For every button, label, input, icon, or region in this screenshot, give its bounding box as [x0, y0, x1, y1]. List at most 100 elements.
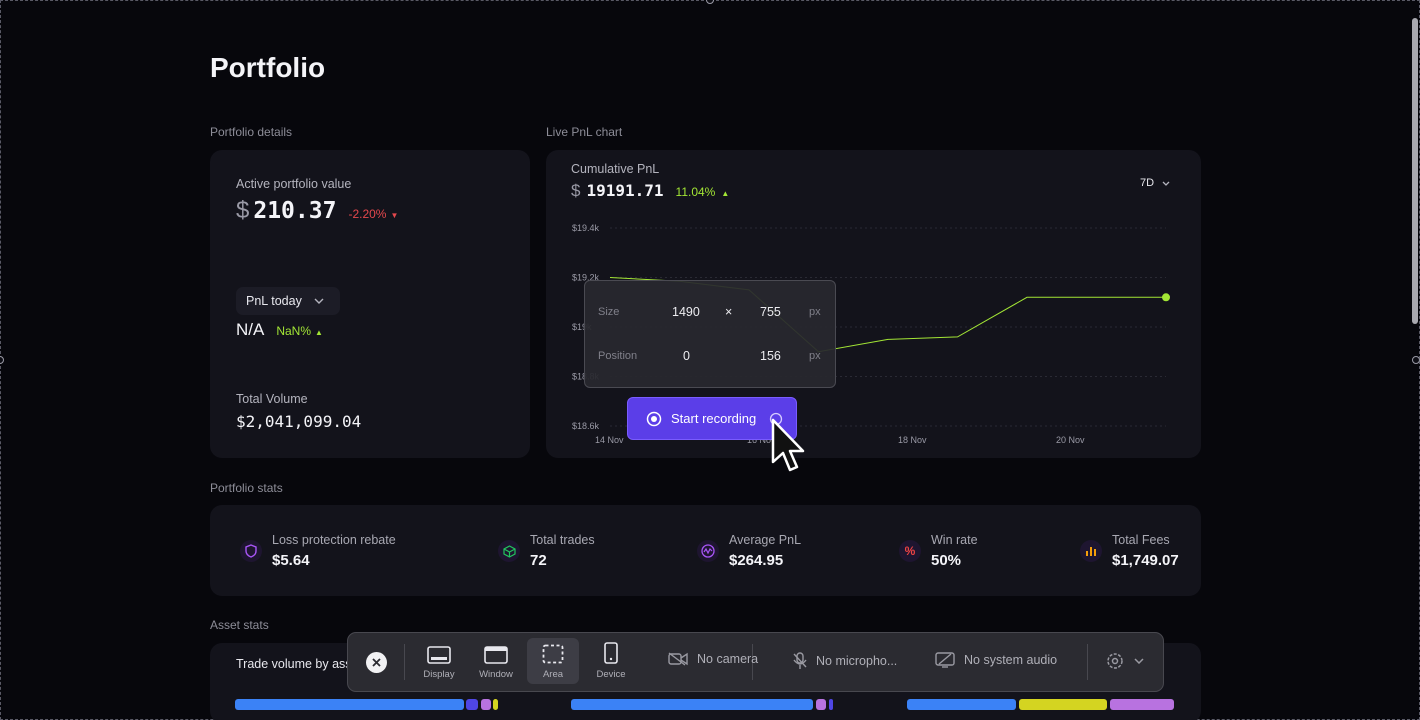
section-label-assets: Asset stats	[210, 618, 269, 632]
position-unit: px	[809, 350, 821, 362]
gear-icon	[1107, 653, 1123, 669]
section-label-stats: Portfolio stats	[210, 481, 283, 495]
pnl-today-row: N/A NaN% ▲	[236, 320, 323, 340]
volume-bar-segment	[816, 699, 826, 710]
width-input[interactable]: 1490	[672, 305, 700, 319]
volume-bar-segment	[1110, 699, 1174, 710]
window-icon	[484, 646, 508, 664]
display-icon	[427, 646, 451, 664]
wave-icon	[697, 540, 719, 562]
resize-handle-right[interactable]	[1412, 356, 1420, 364]
stat-label: Loss protection rebate	[272, 533, 396, 547]
stat-value: 50%	[931, 552, 962, 569]
volume-bar-segment	[1019, 699, 1107, 710]
latest-point-marker	[1162, 293, 1170, 302]
chevron-down-icon	[1134, 658, 1144, 664]
trade-volume-label: Trade volume by ass	[236, 657, 352, 671]
active-value: 210.37	[253, 198, 337, 224]
x-tick-label: 18 Nov	[898, 435, 927, 445]
area-select-icon	[542, 644, 564, 664]
volume-bar-segment	[829, 699, 833, 710]
up-arrow-icon: ▲	[721, 189, 730, 198]
position-label: Position	[598, 350, 638, 362]
y-tick-label: $18.6k	[572, 421, 600, 431]
section-label-details: Portfolio details	[210, 125, 293, 139]
page-title: Portfolio	[210, 52, 326, 83]
stat-value: 72	[530, 552, 547, 569]
section-label-chart: Live PnL chart	[546, 125, 623, 139]
mode-window-label: Window	[479, 669, 513, 680]
area-size-panel	[584, 280, 836, 388]
stat-label: Average PnL	[729, 533, 802, 547]
pnl-today-value: N/A	[236, 320, 265, 339]
chart-title: Cumulative PnL	[571, 162, 660, 176]
chart-range-dropdown[interactable]: 7D	[1140, 177, 1170, 189]
volume-bar-segment	[235, 699, 464, 710]
height-input[interactable]: 755	[760, 305, 781, 319]
mode-display-button[interactable]: Display	[413, 638, 465, 684]
mode-window-button[interactable]: Window	[470, 638, 522, 684]
size-label: Size	[598, 306, 620, 318]
active-value-label: Active portfolio value	[236, 177, 352, 191]
mode-device-label: Device	[596, 669, 626, 680]
volume-bar-segment	[493, 699, 498, 710]
stat-value: $1,749.07	[1112, 552, 1179, 569]
system-audio-off-icon	[935, 652, 955, 668]
times-symbol: ×	[725, 305, 733, 319]
bar-chart-icon	[1080, 540, 1102, 562]
stat-label: Total Fees	[1112, 533, 1170, 547]
mode-device-button[interactable]: Device	[585, 638, 637, 684]
active-change: -2.20%	[348, 207, 387, 221]
microphone-off-icon	[793, 652, 807, 669]
up-arrow-icon: ▲	[315, 328, 323, 337]
pnl-period-label: PnL today	[246, 294, 302, 308]
settings-menu-button[interactable]	[1106, 652, 1144, 670]
shield-icon	[240, 540, 262, 562]
pnl-period-dropdown[interactable]: PnL today	[236, 287, 340, 315]
down-arrow-icon: ▼	[390, 211, 399, 220]
mode-area-label: Area	[542, 669, 564, 680]
position-x-input[interactable]: 0	[683, 349, 690, 363]
chart-value: 19191.71	[586, 181, 664, 200]
chart-value-row: $ 19191.71 11.04% ▲	[571, 181, 729, 201]
total-volume-label: Total Volume	[236, 392, 308, 406]
total-volume-value: $2,041,099.04	[236, 412, 362, 431]
volume-bar-segment	[907, 699, 1016, 710]
volume-bar-segment	[466, 699, 478, 710]
mouse-cursor-icon	[771, 418, 805, 472]
toolbar-divider	[404, 644, 405, 680]
active-value-row: $ 210.37 -2.20% ▼	[236, 197, 398, 225]
camera-label: No camera	[697, 652, 759, 666]
start-recording-label: Start recording	[671, 411, 757, 426]
chevron-down-icon	[1162, 181, 1170, 186]
cube-icon	[498, 540, 520, 562]
page-scrollbar[interactable]	[1412, 18, 1418, 324]
volume-bar-segment	[571, 699, 813, 710]
stat-value: $5.64	[272, 552, 310, 569]
chart-range-label: 7D	[1140, 177, 1155, 189]
chart-change: 11.04%	[675, 185, 716, 199]
percent-icon: %	[899, 540, 921, 562]
phone-icon	[604, 642, 618, 664]
mode-area-button[interactable]: Area	[527, 638, 579, 684]
microphone-toggle[interactable]: No micropho...	[793, 652, 897, 670]
pnl-today-change: NaN%	[276, 324, 312, 338]
chart-currency: $	[571, 181, 581, 200]
microphone-label: No micropho...	[816, 654, 898, 668]
close-toolbar-button[interactable]	[366, 652, 387, 673]
stat-label: Win rate	[931, 533, 978, 547]
chevron-down-icon	[314, 298, 324, 304]
camera-off-icon	[668, 652, 688, 666]
close-icon	[372, 658, 381, 667]
stat-label: Total trades	[530, 533, 595, 547]
x-tick-label: 14 Nov	[595, 435, 624, 445]
camera-toggle[interactable]: No camera	[668, 652, 758, 666]
position-y-input[interactable]: 156	[760, 349, 781, 363]
size-unit: px	[809, 306, 821, 318]
system-audio-toggle[interactable]: No system audio	[935, 652, 1057, 668]
system-audio-label: No system audio	[964, 653, 1058, 667]
volume-bar-segment	[481, 699, 491, 710]
record-icon	[646, 411, 662, 426]
toolbar-divider	[1087, 644, 1088, 680]
x-tick-label: 20 Nov	[1056, 435, 1085, 445]
